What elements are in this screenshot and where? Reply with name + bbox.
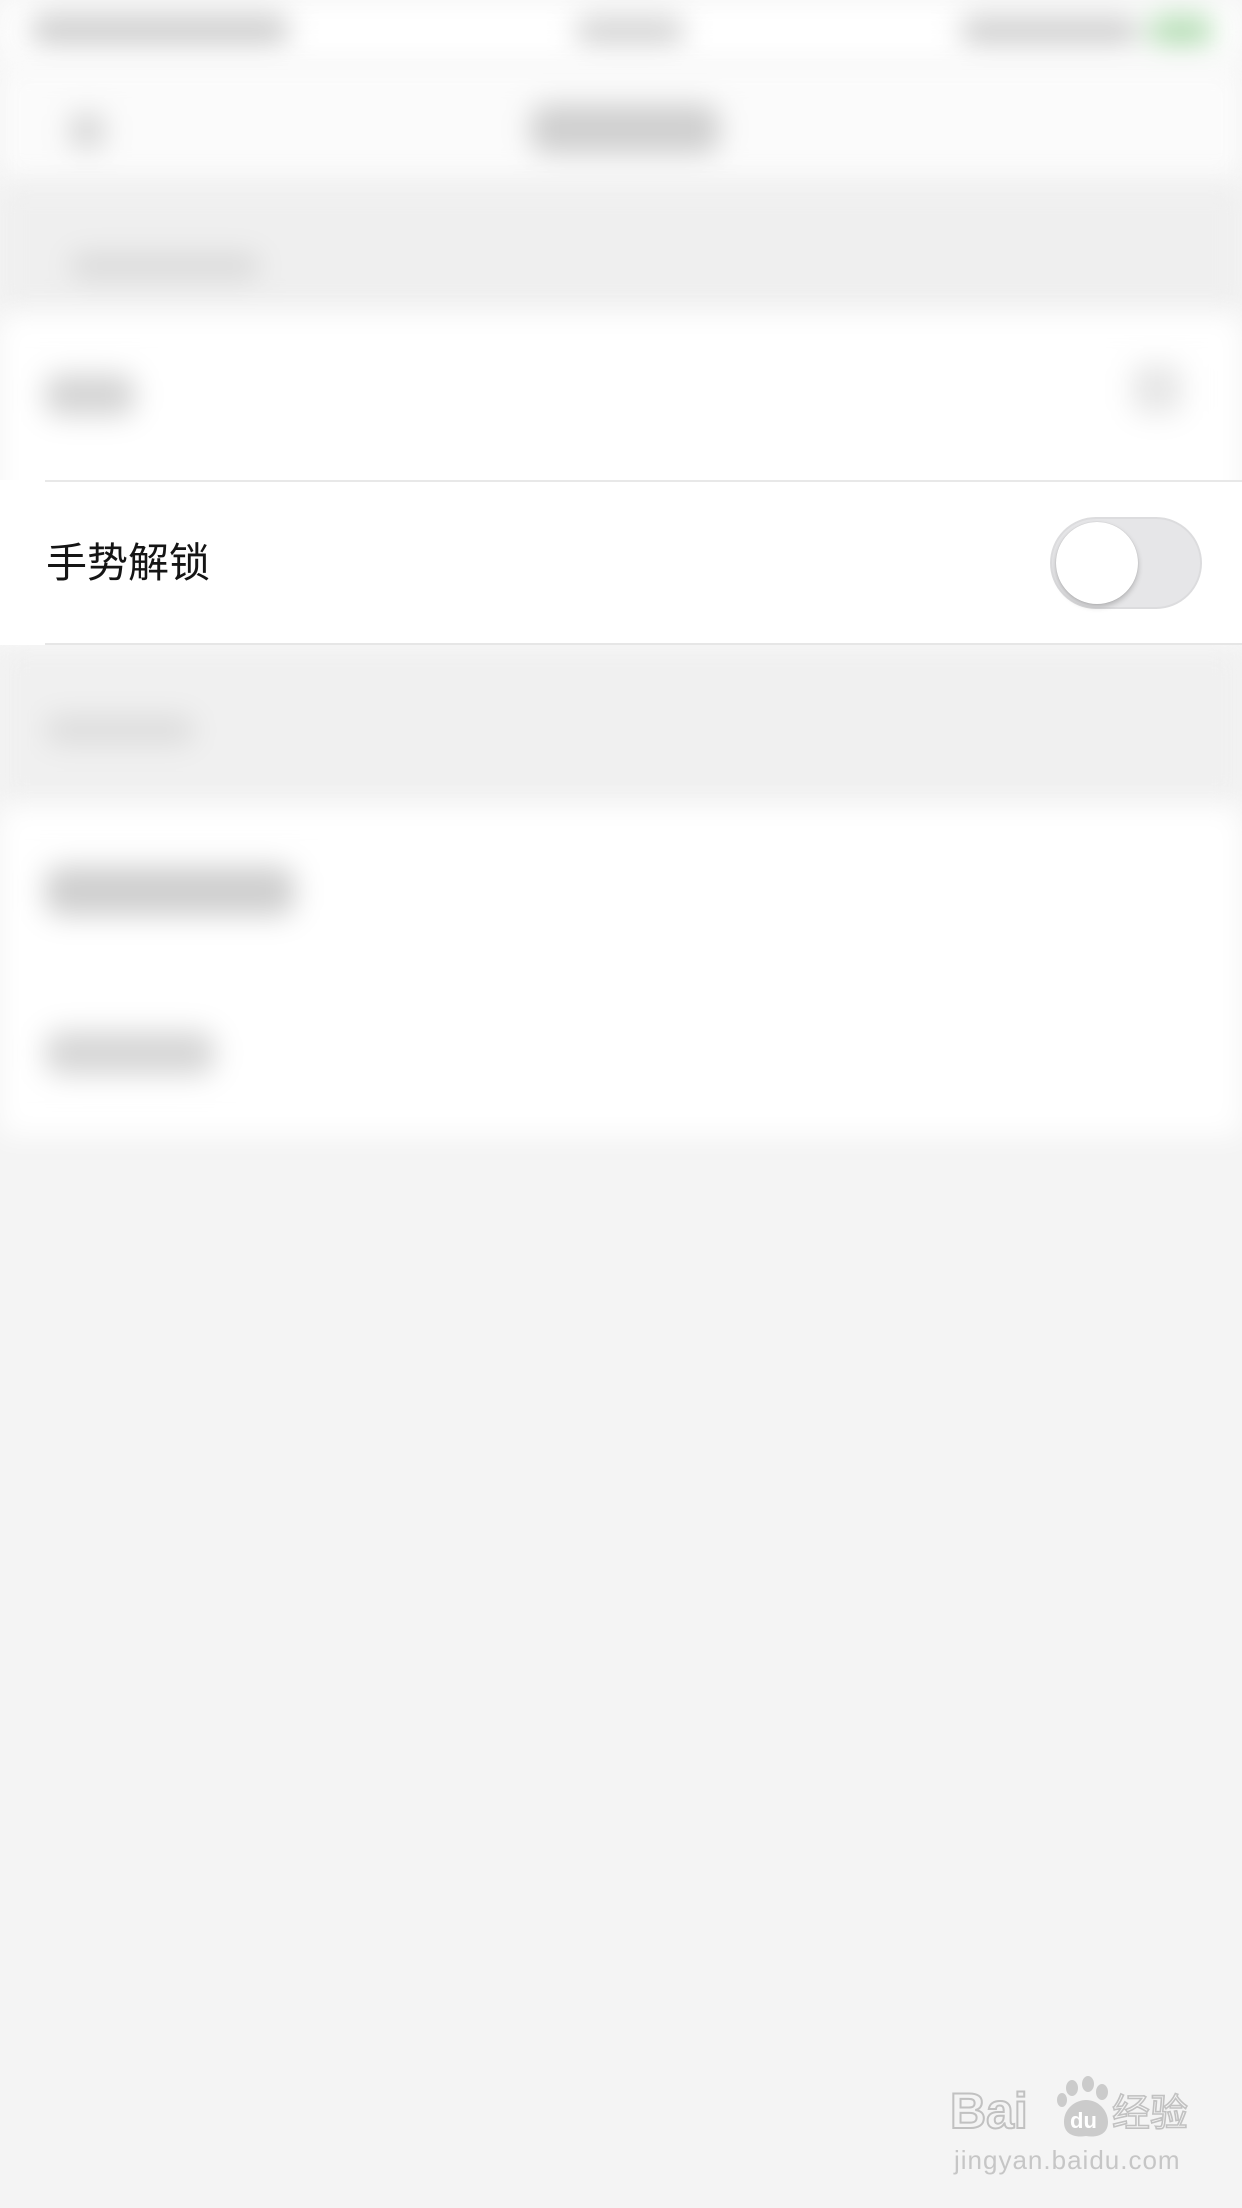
baidu-bai-text: Bai [950, 2083, 1028, 2139]
settings-row-label[interactable] [45, 866, 295, 916]
settings-group [0, 806, 1242, 1136]
status-indicators [960, 16, 1140, 46]
page-title [530, 104, 720, 154]
section-header [0, 184, 1242, 314]
status-carrier [30, 14, 290, 46]
row-divider [45, 643, 1242, 645]
battery-icon [1150, 14, 1212, 48]
paw-icon: du [1057, 2076, 1108, 2137]
status-time [575, 16, 685, 46]
status-bar [0, 0, 1242, 64]
toggle-knob [1056, 522, 1138, 604]
back-icon[interactable] [70, 114, 104, 148]
navigation-bar [0, 64, 1242, 184]
baidu-jingyan-logo: Bai du 经验 [950, 2072, 1190, 2142]
section-header [0, 646, 1242, 806]
baidu-jingyan-watermark: Bai du 经验 jingyan.baidu.com [950, 2072, 1190, 2182]
baidu-du-text: du [1070, 2108, 1097, 2133]
gesture-unlock-label: 手势解锁 [46, 539, 210, 587]
section-header-text [45, 716, 195, 744]
gesture-unlock-toggle[interactable] [1050, 517, 1202, 609]
watermark-domain: jingyan.baidu.com [954, 2145, 1181, 2175]
gesture-unlock-row: 手势解锁 [0, 480, 1242, 645]
chevron-right-icon [1132, 364, 1182, 414]
settings-row-label[interactable] [45, 1031, 215, 1075]
row-divider [45, 480, 1242, 482]
baidu-paw-logo: Bai du 经验 [950, 2076, 1189, 2140]
section-header-text [70, 254, 260, 278]
jingyan-text: 经验 [1112, 2091, 1188, 2135]
settings-row-label[interactable] [45, 374, 135, 416]
